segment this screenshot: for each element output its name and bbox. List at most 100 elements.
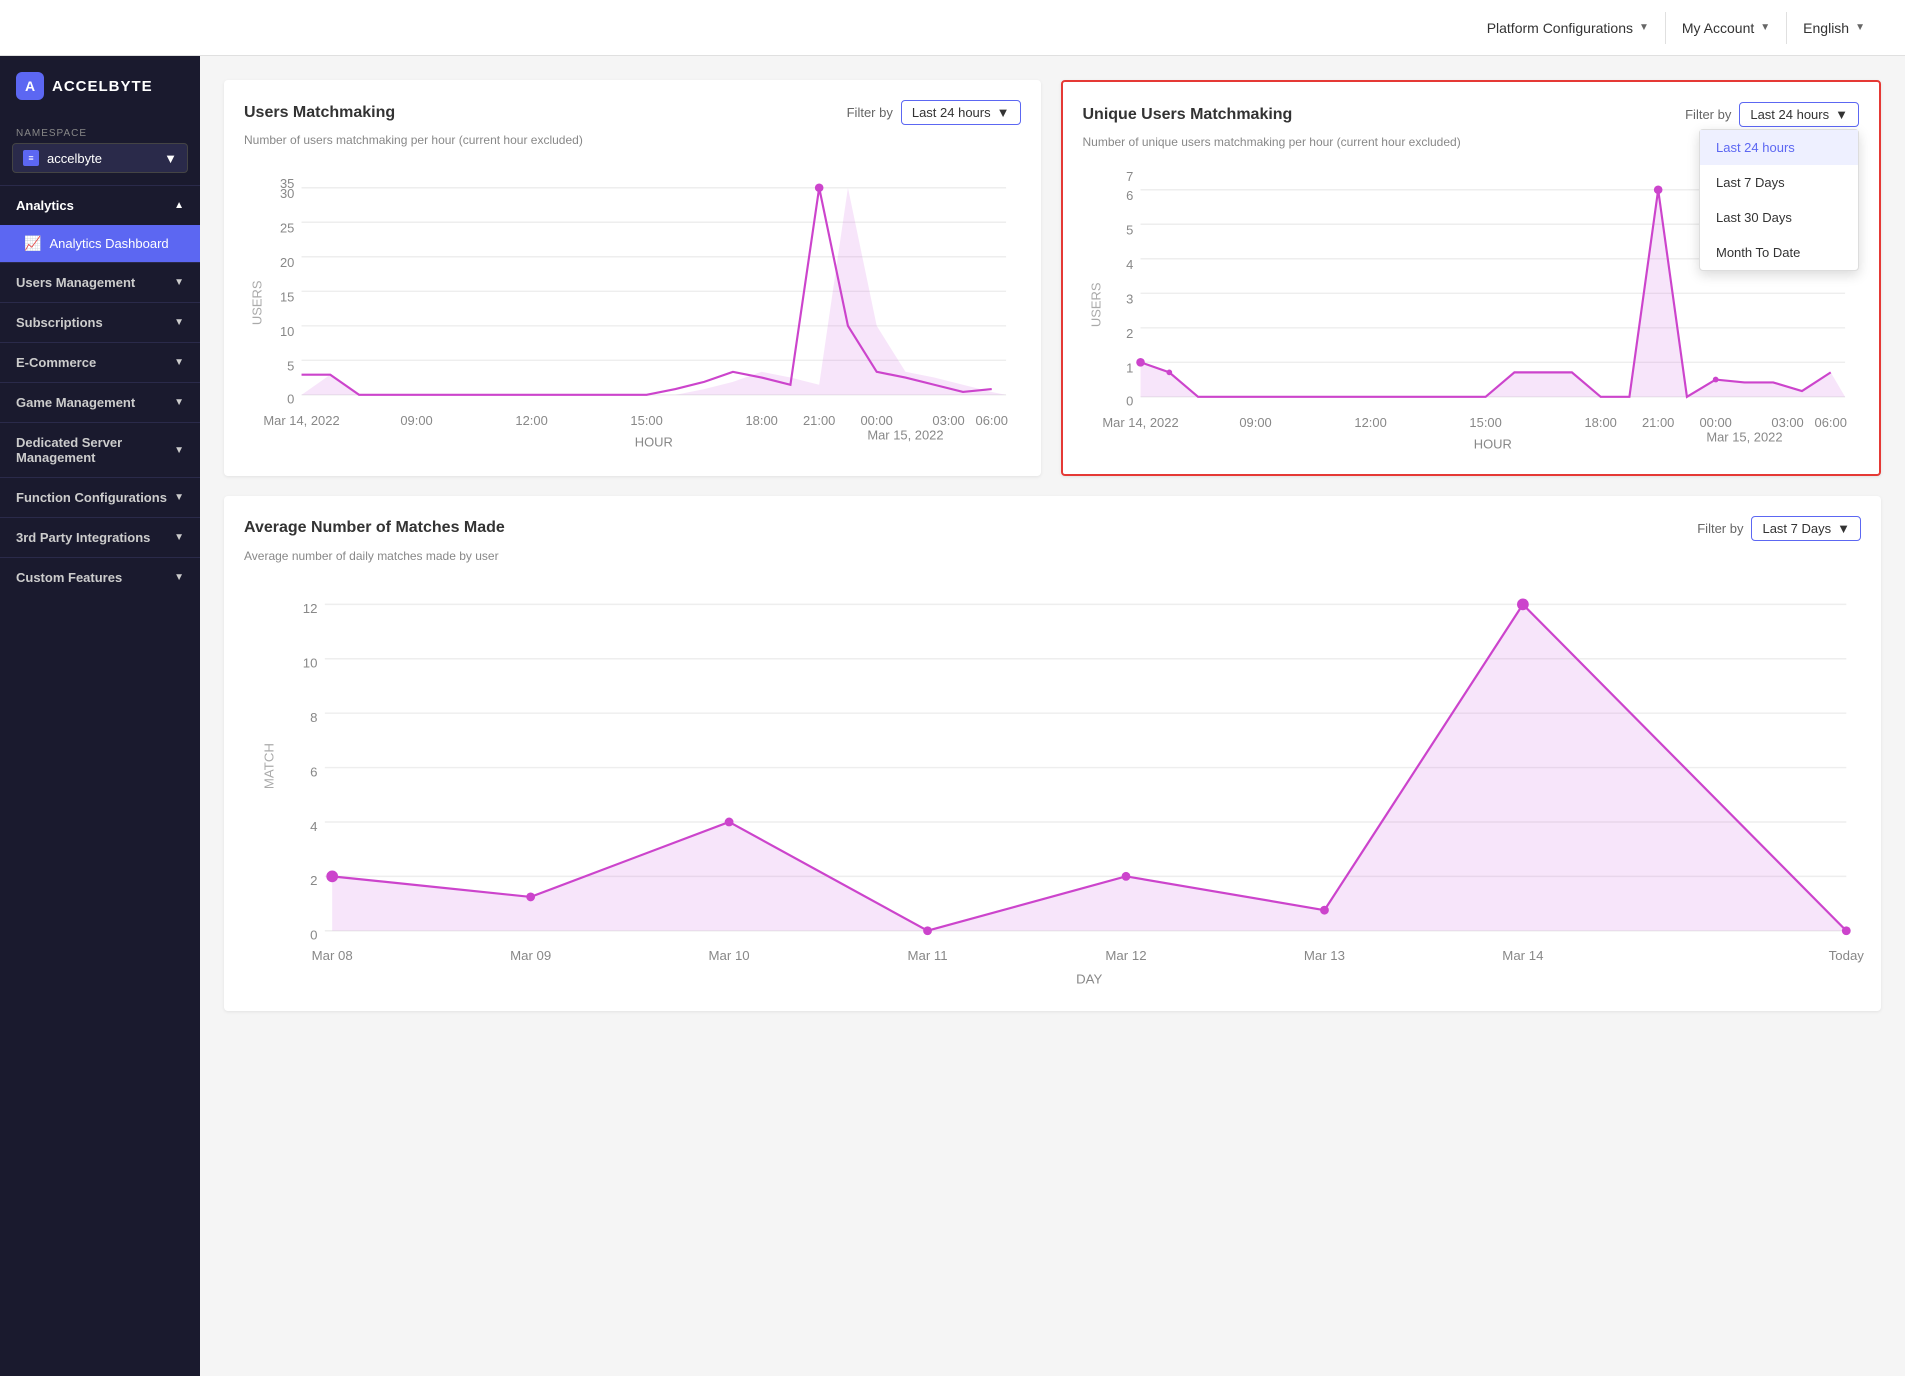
- sidebar-section-5: Dedicated Server Management▼: [0, 422, 200, 477]
- unique-users-matchmaking-card: Unique Users Matchmaking Filter by Last …: [1061, 80, 1882, 476]
- svg-text:09:00: 09:00: [400, 413, 432, 428]
- language-label: English: [1803, 20, 1849, 36]
- avg-matches-filter-row: Filter by Last 7 Days ▼: [1697, 516, 1861, 541]
- sidebar-section-header-1[interactable]: Users Management ▼: [0, 263, 200, 302]
- dropdown-option-mtd[interactable]: Month To Date: [1700, 235, 1858, 270]
- svg-text:0: 0: [310, 927, 317, 942]
- svg-text:12: 12: [303, 601, 318, 616]
- sidebar-section-header-6[interactable]: Function Configurations▼: [0, 478, 200, 517]
- svg-text:12:00: 12:00: [1354, 415, 1386, 430]
- svg-text:Mar 13: Mar 13: [1304, 948, 1345, 963]
- sidebar-section-chevron-5: ▼: [174, 445, 184, 456]
- sidebar-section-label-1: Users Management: [16, 275, 135, 290]
- unique-users-matchmaking-header: Unique Users Matchmaking Filter by Last …: [1083, 102, 1860, 127]
- svg-text:6: 6: [310, 764, 317, 779]
- svg-text:15:00: 15:00: [630, 413, 662, 428]
- svg-text:0: 0: [1126, 393, 1133, 408]
- unique-users-matchmaking-filter[interactable]: Last 24 hours ▼: [1739, 102, 1859, 127]
- svg-text:21:00: 21:00: [1641, 415, 1673, 430]
- svg-text:10: 10: [280, 324, 294, 339]
- unique-users-dropdown-wrapper: Last 24 hours ▼ Last 24 hours Last 7 Day…: [1739, 102, 1859, 127]
- filter-label-2: Filter by: [1685, 107, 1731, 122]
- my-account-nav[interactable]: My Account ▼: [1666, 12, 1787, 44]
- svg-text:USERS: USERS: [249, 280, 264, 325]
- svg-text:Mar 14, 2022: Mar 14, 2022: [263, 413, 339, 428]
- sidebar-section-header-5[interactable]: Dedicated Server Management▼: [0, 423, 200, 477]
- svg-text:00:00: 00:00: [1699, 415, 1731, 430]
- my-account-label: My Account: [1682, 20, 1754, 36]
- avg-matches-filter[interactable]: Last 7 Days ▼: [1751, 516, 1861, 541]
- sidebar-section-header-0[interactable]: Analytics▲: [0, 186, 200, 225]
- dropdown-option-30d[interactable]: Last 30 Days: [1700, 200, 1858, 235]
- svg-text:15: 15: [280, 289, 294, 304]
- top-charts-row: Users Matchmaking Filter by Last 24 hour…: [224, 80, 1881, 476]
- namespace-chevron: ▼: [164, 151, 177, 166]
- users-matchmaking-title: Users Matchmaking: [244, 104, 395, 122]
- sidebar-section-header-7[interactable]: 3rd Party Integrations▼: [0, 518, 200, 557]
- svg-text:25: 25: [280, 220, 294, 235]
- svg-text:12:00: 12:00: [515, 413, 547, 428]
- sidebar-section-label-4: Game Management: [16, 395, 135, 410]
- filter-dropdown-menu: Last 24 hours Last 7 Days Last 30 Days M…: [1699, 129, 1859, 271]
- svg-text:00:00: 00:00: [860, 413, 892, 428]
- sidebar-section-2: Subscriptions▼: [0, 302, 200, 342]
- svg-text:Mar 15, 2022: Mar 15, 2022: [867, 427, 943, 442]
- dropdown-option-24h[interactable]: Last 24 hours: [1700, 130, 1858, 165]
- avg-matches-title: Average Number of Matches Made: [244, 519, 505, 537]
- sidebar-section-label-5: Dedicated Server Management: [16, 435, 174, 465]
- namespace-value: accelbyte: [47, 151, 102, 166]
- users-matchmaking-chart: 0 5 10 15 20 25 30 35 USERS Mar 14, 2022: [244, 159, 1021, 447]
- sidebar-section-chevron-3: ▼: [174, 357, 184, 368]
- svg-text:09:00: 09:00: [1239, 415, 1271, 430]
- sidebar-item-0-0[interactable]: 📈Analytics Dashboard: [0, 225, 200, 262]
- filter-chevron-2: ▼: [1835, 107, 1848, 122]
- sidebar-section-chevron-0: ▲: [174, 200, 184, 211]
- users-matchmaking-card: Users Matchmaking Filter by Last 24 hour…: [224, 80, 1041, 476]
- avg-matches-filter-value: Last 7 Days: [1762, 521, 1831, 536]
- logo-area: A ACCELBYTE: [0, 56, 200, 116]
- svg-text:03:00: 03:00: [1771, 415, 1803, 430]
- svg-text:0: 0: [287, 391, 294, 406]
- sidebar-section-label-7: 3rd Party Integrations: [16, 530, 150, 545]
- svg-text:HOUR: HOUR: [1473, 437, 1511, 452]
- sidebar-section-chevron-1: ▼: [174, 277, 184, 288]
- dropdown-option-7d[interactable]: Last 7 Days: [1700, 165, 1858, 200]
- svg-text:5: 5: [287, 358, 294, 373]
- svg-text:MATCH: MATCH: [261, 743, 276, 789]
- svg-text:Today: Today: [1829, 948, 1865, 963]
- svg-text:Mar 14, 2022: Mar 14, 2022: [1102, 415, 1178, 430]
- sidebar-section-header-8[interactable]: Custom Features▼: [0, 558, 200, 597]
- platform-config-label: Platform Configurations: [1487, 20, 1633, 36]
- sidebar-section-7: 3rd Party Integrations▼: [0, 517, 200, 557]
- sidebar-item-label-0-0: Analytics Dashboard: [49, 236, 168, 251]
- users-matchmaking-header: Users Matchmaking Filter by Last 24 hour…: [244, 100, 1021, 125]
- unique-users-filter-value: Last 24 hours: [1750, 107, 1829, 122]
- svg-text:06:00: 06:00: [976, 413, 1008, 428]
- svg-text:7: 7: [1126, 169, 1133, 184]
- svg-text:Mar 11: Mar 11: [907, 948, 947, 963]
- sidebar-section-header-2[interactable]: Subscriptions▼: [0, 303, 200, 342]
- main-layout: A ACCELBYTE NAMESPACE ≡ accelbyte ▼ Anal…: [0, 56, 1905, 1376]
- sidebar-section-label-3: E-Commerce: [16, 355, 96, 370]
- svg-text:2: 2: [1126, 326, 1133, 341]
- svg-text:Mar 15, 2022: Mar 15, 2022: [1706, 429, 1782, 444]
- svg-text:Mar 12: Mar 12: [1105, 948, 1146, 963]
- logo-icon: A: [16, 72, 44, 100]
- platform-configurations-nav[interactable]: Platform Configurations ▼: [1471, 12, 1666, 44]
- namespace-selector[interactable]: ≡ accelbyte ▼: [12, 143, 188, 173]
- users-matchmaking-filter-value: Last 24 hours: [912, 105, 991, 120]
- main-content: Users Matchmaking Filter by Last 24 hour…: [200, 56, 1905, 1376]
- language-nav[interactable]: English ▼: [1787, 12, 1881, 44]
- svg-text:3: 3: [1126, 291, 1133, 306]
- sidebar-section-3: E-Commerce ▼: [0, 342, 200, 382]
- avg-matches-header: Average Number of Matches Made Filter by…: [244, 516, 1861, 541]
- users-matchmaking-filter[interactable]: Last 24 hours ▼: [901, 100, 1021, 125]
- svg-text:03:00: 03:00: [932, 413, 964, 428]
- avg-matches-chart: 0 2 4 6 8 10 12 MATCH: [244, 575, 1861, 987]
- svg-text:35: 35: [280, 176, 294, 191]
- svg-text:2: 2: [310, 873, 317, 888]
- sidebar-section-header-4[interactable]: Game Management▼: [0, 383, 200, 422]
- namespace-label: NAMESPACE: [0, 116, 200, 143]
- sidebar-section-8: Custom Features▼: [0, 557, 200, 597]
- sidebar-section-header-3[interactable]: E-Commerce ▼: [0, 343, 200, 382]
